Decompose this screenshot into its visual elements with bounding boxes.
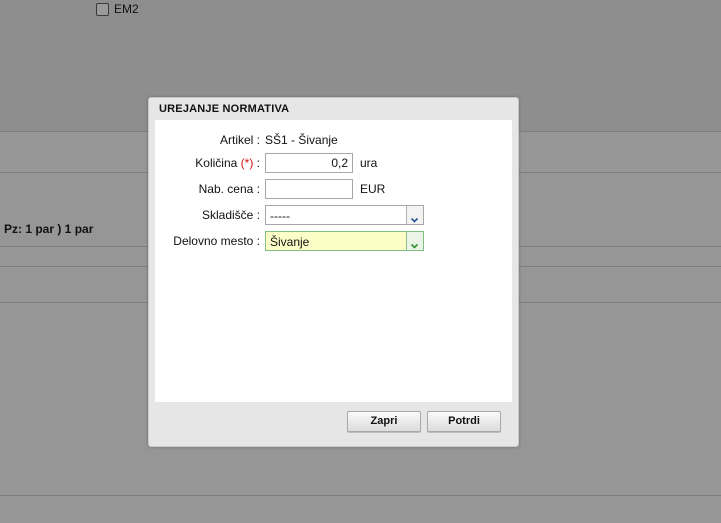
dialog-body: Artikel : SŠ1 - Šivanje Količina (*) : u… — [155, 120, 512, 402]
kolicina-input[interactable] — [265, 153, 353, 173]
em2-checkbox-label: EM2 — [114, 2, 139, 16]
em2-checkbox-group[interactable]: EM2 — [96, 2, 139, 16]
skladisce-label: Skladišče : — [201, 208, 260, 222]
delovno-mesto-select[interactable]: Šivanje — [265, 231, 424, 251]
artikel-label: Artikel : — [219, 133, 260, 147]
pz-summary-text: Pz: 1 par ) 1 par — [4, 222, 94, 236]
chevron-down-icon — [410, 237, 419, 249]
kolicina-unit: ura — [360, 156, 378, 170]
nab-cena-input[interactable] — [265, 179, 353, 199]
divider — [0, 495, 721, 496]
em2-checkbox[interactable] — [96, 2, 109, 16]
confirm-button[interactable]: Potrdi — [427, 411, 501, 432]
edit-norm-dialog: UREJANJE NORMATIVA Artikel : SŠ1 - Šivan… — [148, 97, 519, 447]
skladisce-selected-value: ----- — [270, 209, 290, 223]
kolicina-label-colon: : — [253, 156, 260, 170]
delovno-mesto-label: Delovno mesto : — [173, 234, 260, 248]
delovno-mesto-row: Delovno mesto : Šivanje — [155, 231, 512, 253]
artikel-value: SŠ1 - Šivanje — [265, 133, 338, 147]
skladisce-select[interactable]: ----- — [265, 205, 424, 225]
dialog-title: UREJANJE NORMATIVA — [159, 103, 290, 115]
artikel-row: Artikel : SŠ1 - Šivanje — [155, 130, 512, 152]
kolicina-row: Količina (*) : ura — [155, 153, 512, 175]
chevron-down-icon — [410, 211, 419, 223]
skladisce-dropdown-button[interactable] — [406, 206, 423, 224]
delovno-mesto-dropdown-button[interactable] — [406, 232, 423, 250]
nab-cena-label: Nab. cena : — [198, 182, 260, 196]
skladisce-row: Skladišče : ----- — [155, 205, 512, 227]
nab-cena-row: Nab. cena : EUR — [155, 179, 512, 201]
kolicina-label-text: Količina — [195, 156, 241, 170]
delovno-mesto-selected-value: Šivanje — [270, 235, 310, 249]
nab-cena-unit: EUR — [360, 182, 386, 196]
required-marker: (*) — [240, 156, 254, 170]
kolicina-label: Količina (*) : — [195, 156, 260, 170]
close-button[interactable]: Zapri — [347, 411, 421, 432]
